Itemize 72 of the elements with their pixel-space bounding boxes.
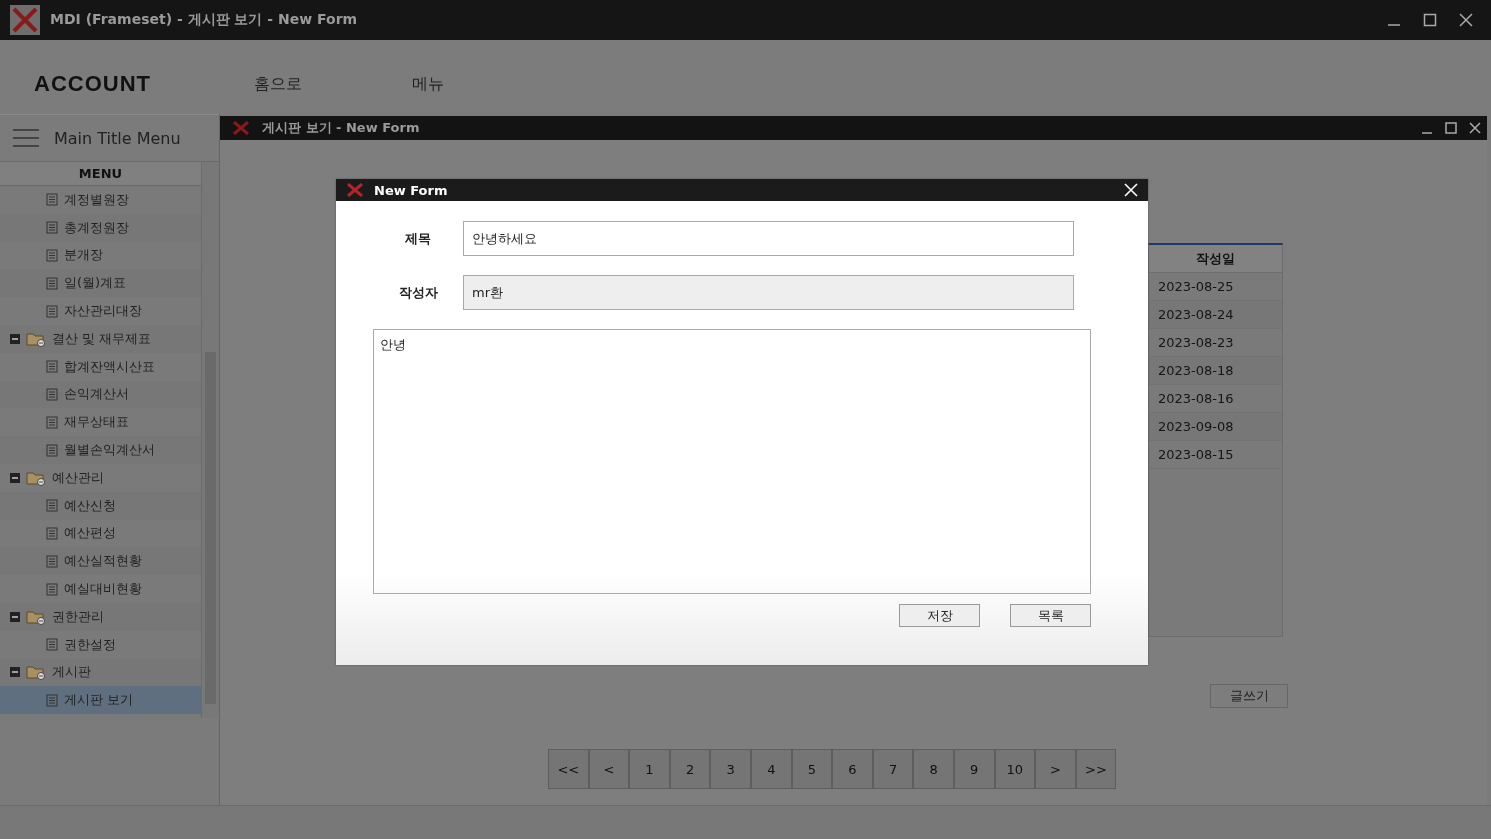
page-button[interactable]: 9 — [953, 749, 995, 789]
folder-icon — [26, 330, 46, 347]
app-logo-icon — [346, 183, 364, 197]
document-icon — [46, 443, 58, 457]
tree-item[interactable]: 분개장 — [0, 241, 201, 270]
window-title: MDI (Frameset) - 게시판 보기 - New Form — [50, 11, 358, 29]
document-icon — [46, 638, 58, 652]
document-icon — [46, 582, 58, 596]
brand-title: ACCOUNT — [34, 71, 152, 97]
menu-heading: MENU — [0, 162, 201, 186]
folder-icon — [26, 664, 46, 681]
field-label: 제목 — [404, 229, 432, 248]
page-button[interactable]: 7 — [872, 749, 914, 789]
write-button[interactable]: 글쓰기 — [1210, 684, 1288, 708]
document-icon — [46, 360, 58, 374]
page-button[interactable]: 1 — [629, 749, 670, 789]
tree-item[interactable]: 게시판 보기 — [0, 686, 201, 715]
tree-item[interactable]: 계정별원장 — [0, 186, 201, 214]
page-button[interactable]: 6 — [832, 749, 873, 789]
page-button[interactable]: 4 — [750, 749, 792, 789]
maximize-icon[interactable] — [1445, 122, 1457, 134]
page-button[interactable]: < — [588, 749, 630, 789]
nav-link[interactable]: 홈으로 — [254, 73, 302, 95]
collapse-icon[interactable] — [10, 333, 20, 344]
app-logo-icon — [232, 121, 250, 135]
document-icon — [46, 415, 58, 429]
scrollbar[interactable] — [201, 162, 219, 718]
document-icon — [46, 499, 58, 513]
page-button[interactable]: 8 — [913, 749, 954, 789]
document-icon — [46, 526, 58, 540]
document-icon — [46, 193, 58, 207]
save-button[interactable]: 저장 — [899, 604, 980, 627]
page-button[interactable]: 5 — [791, 749, 833, 789]
tree-item[interactable]: 예산편성 — [0, 519, 201, 548]
collapse-icon[interactable] — [10, 667, 20, 678]
nav-link[interactable]: 메뉴 — [412, 73, 444, 95]
close-icon[interactable] — [1469, 122, 1481, 134]
field-label: 작성자 — [397, 283, 439, 302]
document-icon — [46, 221, 58, 235]
tree-item[interactable]: 재무상태표 — [0, 408, 201, 437]
tree-item[interactable]: 자산관리대장 — [0, 297, 201, 325]
content-field[interactable]: 안녕 — [373, 329, 1091, 594]
document-icon — [46, 276, 58, 290]
document-icon — [46, 693, 58, 707]
page-button[interactable]: 2 — [669, 749, 711, 789]
collapse-icon[interactable] — [10, 611, 20, 622]
sidebar-title: Main Title Menu — [54, 128, 181, 148]
column-header[interactable]: 작성일 — [1149, 245, 1282, 273]
tree-item[interactable]: 합계잔액시산표 — [0, 352, 201, 381]
close-icon[interactable] — [1459, 13, 1473, 27]
dialog-title: New Form — [374, 182, 448, 198]
page-button[interactable]: << — [548, 749, 589, 789]
list-button[interactable]: 목록 — [1010, 604, 1091, 627]
page-button[interactable]: 3 — [710, 749, 751, 789]
page-button[interactable]: > — [1035, 749, 1076, 789]
maximize-icon[interactable] — [1423, 13, 1437, 27]
document-icon — [46, 304, 58, 318]
input-field[interactable]: 안녕하세요 — [463, 221, 1074, 256]
document-icon — [46, 387, 58, 401]
tree-item[interactable]: 권한설정 — [0, 630, 201, 659]
page-button[interactable]: 10 — [994, 749, 1036, 789]
page-button[interactable]: >> — [1075, 749, 1117, 789]
child-window-title: 게시판 보기 - New Form — [262, 119, 420, 137]
document-icon — [46, 249, 58, 262]
folder-icon — [26, 469, 46, 486]
tree-folder[interactable]: 예산관리 — [0, 463, 201, 492]
app-logo-icon — [10, 5, 40, 35]
document-icon — [46, 554, 58, 568]
table-cell: 2023-08-15 — [1149, 441, 1282, 469]
tree-item[interactable]: 예실대비현황 — [0, 575, 201, 603]
folder-icon — [26, 608, 46, 625]
collapse-icon[interactable] — [10, 472, 20, 483]
